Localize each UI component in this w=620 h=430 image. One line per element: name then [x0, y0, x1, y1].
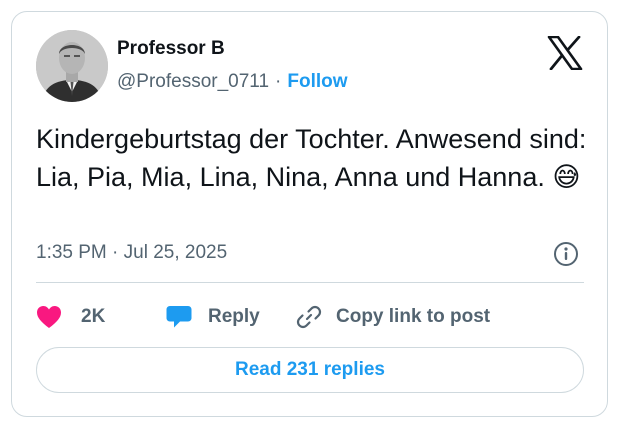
post-card: Professor B @Professor_0711 · Follow Kinde… [11, 11, 608, 417]
read-replies-label: Read 231 replies [235, 359, 385, 380]
reply-button[interactable]: Reply [166, 305, 296, 329]
post-text: Kindergeburtstag der Tochter. Anwesend s… [36, 120, 591, 196]
like-count: 2K [81, 306, 106, 327]
copy-link-button[interactable]: Copy link to post [296, 304, 490, 330]
avatar[interactable] [36, 30, 108, 102]
separator-dot: · [275, 71, 282, 92]
author-display-name[interactable]: Professor B [117, 38, 225, 60]
person-portrait-icon [36, 30, 108, 102]
copy-link-label: Copy link to post [336, 306, 491, 327]
read-replies-button[interactable]: Read 231 replies [36, 347, 584, 393]
author-handle-row: @Professor_0711 · Follow [117, 71, 348, 93]
action-bar: 2K Reply Copy link to post [36, 299, 490, 335]
sweat-smile-emoji: 😅 [552, 162, 581, 192]
link-icon [296, 305, 322, 329]
x-logo-icon[interactable] [547, 35, 583, 71]
author-handle[interactable]: @Professor_0711 [117, 71, 269, 92]
post-text-body: Kindergeburtstag der Tochter. Anwesend s… [36, 124, 587, 192]
post-timestamp[interactable]: 1:35 PM · Jul 25, 2025 [36, 242, 227, 264]
speech-bubble-icon [166, 306, 192, 328]
divider [36, 282, 584, 283]
info-icon[interactable] [553, 241, 579, 267]
like-button[interactable]: 2K [36, 305, 166, 329]
follow-button[interactable]: Follow [287, 71, 347, 92]
reply-label: Reply [208, 306, 260, 327]
heart-icon [37, 306, 61, 328]
